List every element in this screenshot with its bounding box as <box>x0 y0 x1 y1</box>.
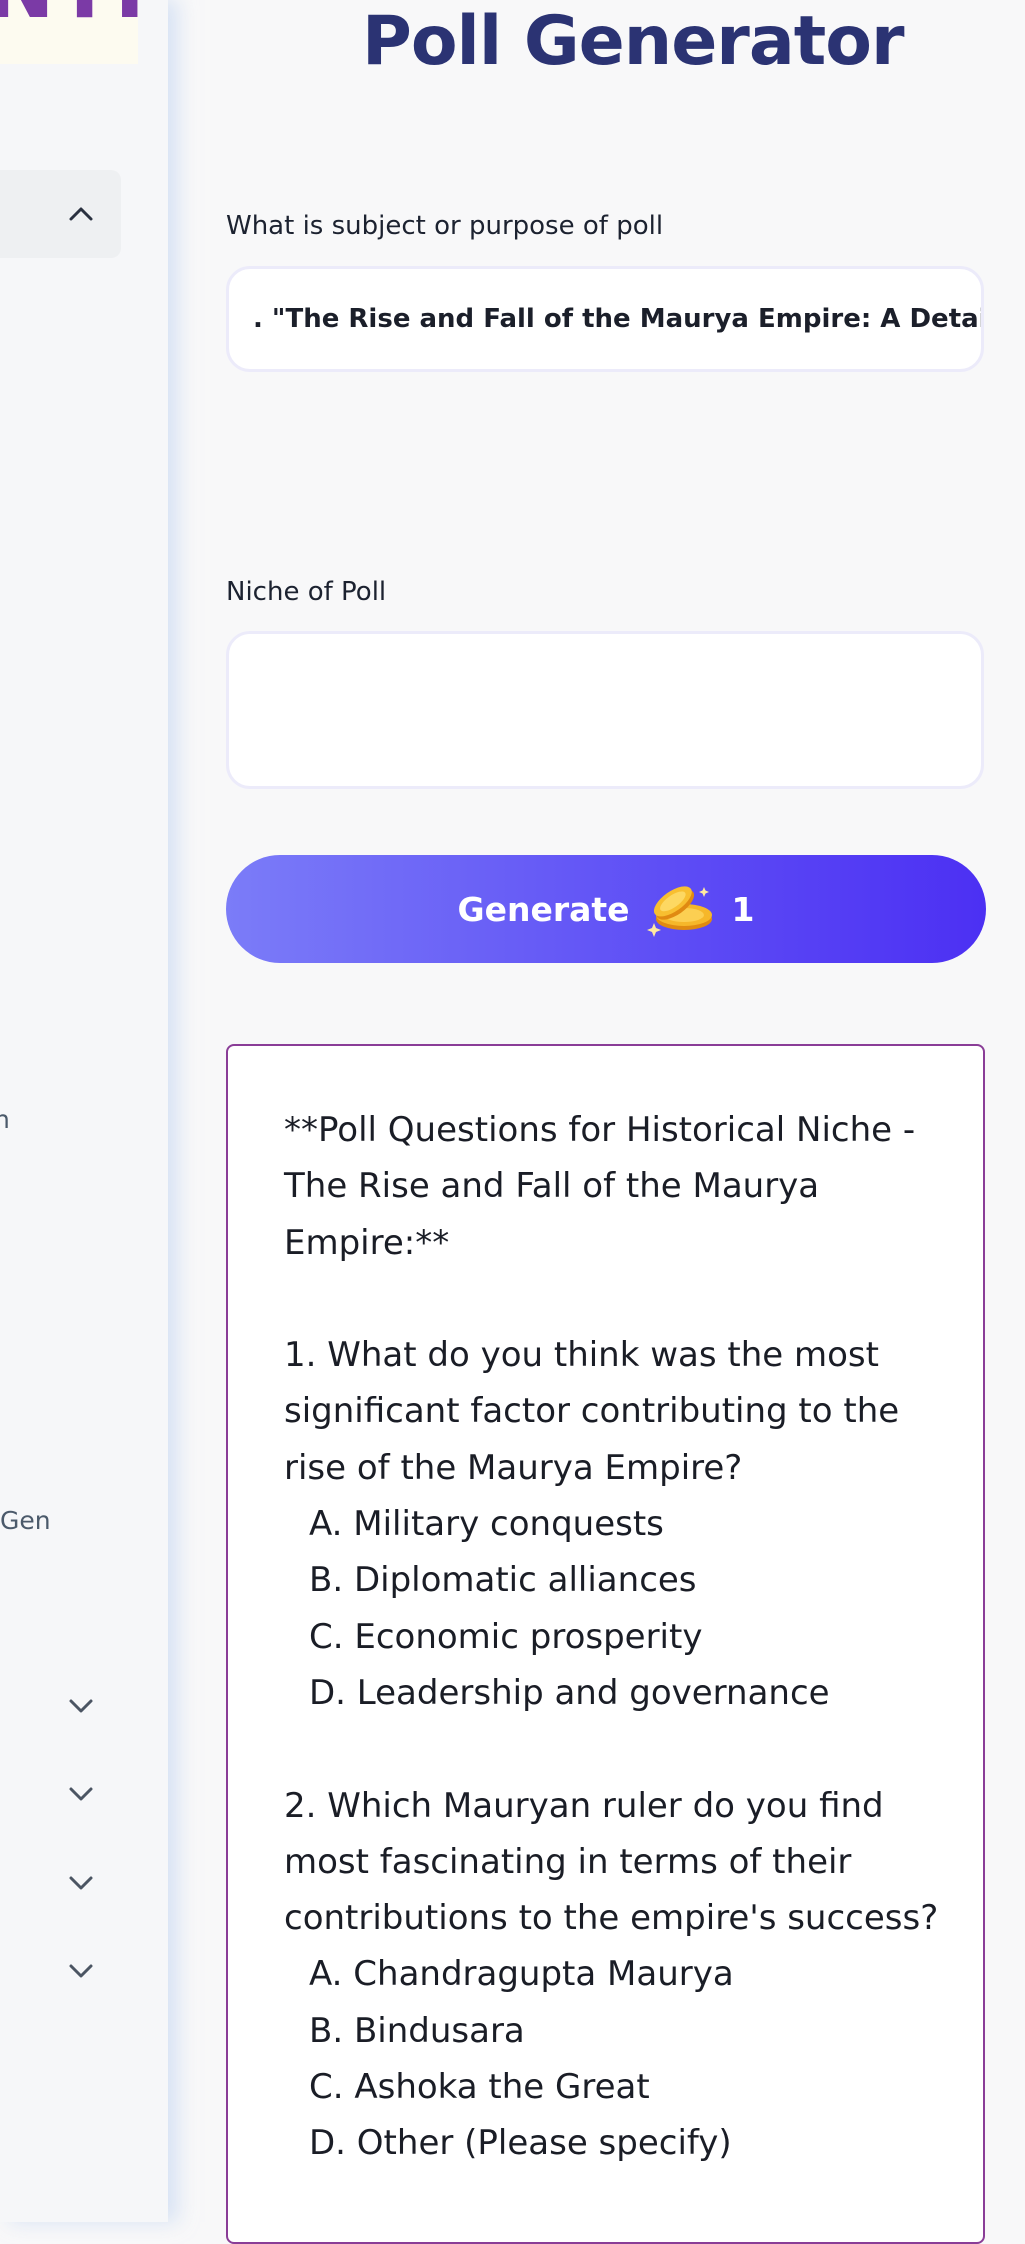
poll-output-text: **Poll Questions for Historical Niche - … <box>284 1102 939 2172</box>
logo[interactable]: NTI <box>0 0 145 64</box>
output-line: most fascinating in terms of their <box>284 1841 852 1882</box>
niche-input[interactable] <box>226 631 984 789</box>
output-line: 2. Which Mauryan ruler do you find <box>284 1785 884 1826</box>
poll-option: D. Other (Please specify) <box>309 2123 732 2164</box>
sidebar-section-expanded[interactable] <box>0 170 121 258</box>
logo-text: NTI <box>0 0 147 37</box>
output-line: rise of the Maurya Empire? <box>284 1447 743 1488</box>
generate-button-label: Generate <box>457 889 630 929</box>
poll-option: A. Military conquests <box>309 1504 664 1545</box>
subject-label: What is subject or purpose of poll <box>226 211 664 241</box>
subject-input[interactable]: . "The Rise and Fall of the Maurya Empir… <box>226 266 984 372</box>
output-line: The Rise and Fall of the Maurya <box>284 1166 820 1207</box>
subject-input-value: . "The Rise and Fall of the Maurya Empir… <box>253 304 984 334</box>
credit-cost: 1 <box>731 889 755 929</box>
output-line: Empire:** <box>284 1222 450 1263</box>
sidebar-item-label[interactable]: n <box>0 1105 10 1134</box>
chevron-down-icon[interactable] <box>64 1777 98 1811</box>
poll-option: C. Ashoka the Great <box>309 2067 650 2108</box>
output-line: contributions to the empire's success? <box>284 1898 939 1939</box>
poll-option: B. Bindusara <box>309 2010 525 2051</box>
poll-option: C. Economic prosperity <box>309 1616 703 1657</box>
niche-label: Niche of Poll <box>226 577 387 607</box>
coins-icon <box>646 886 712 937</box>
output-line: **Poll Questions for Historical Niche - <box>284 1110 916 1150</box>
chevron-down-icon[interactable] <box>64 1689 98 1723</box>
generate-button[interactable]: Generate 1 <box>226 855 986 963</box>
poll-option: B. Diplomatic alliances <box>309 1560 697 1601</box>
poll-option: D. Leadership and governance <box>309 1672 830 1713</box>
page-title: Poll Generator <box>362 2 905 81</box>
output-line: significant factor contributing to the <box>284 1391 900 1432</box>
poll-option: A. Chandragupta Maurya <box>309 1954 734 1995</box>
chevron-down-icon[interactable] <box>64 1866 98 1900</box>
sidebar: NTI n Gen <box>0 0 168 2222</box>
chevron-up-icon[interactable] <box>64 197 98 231</box>
sidebar-item-label[interactable]: Gen <box>0 1506 51 1535</box>
output-line: 1. What do you think was the most <box>284 1335 879 1376</box>
chevron-down-icon[interactable] <box>64 1954 98 1988</box>
